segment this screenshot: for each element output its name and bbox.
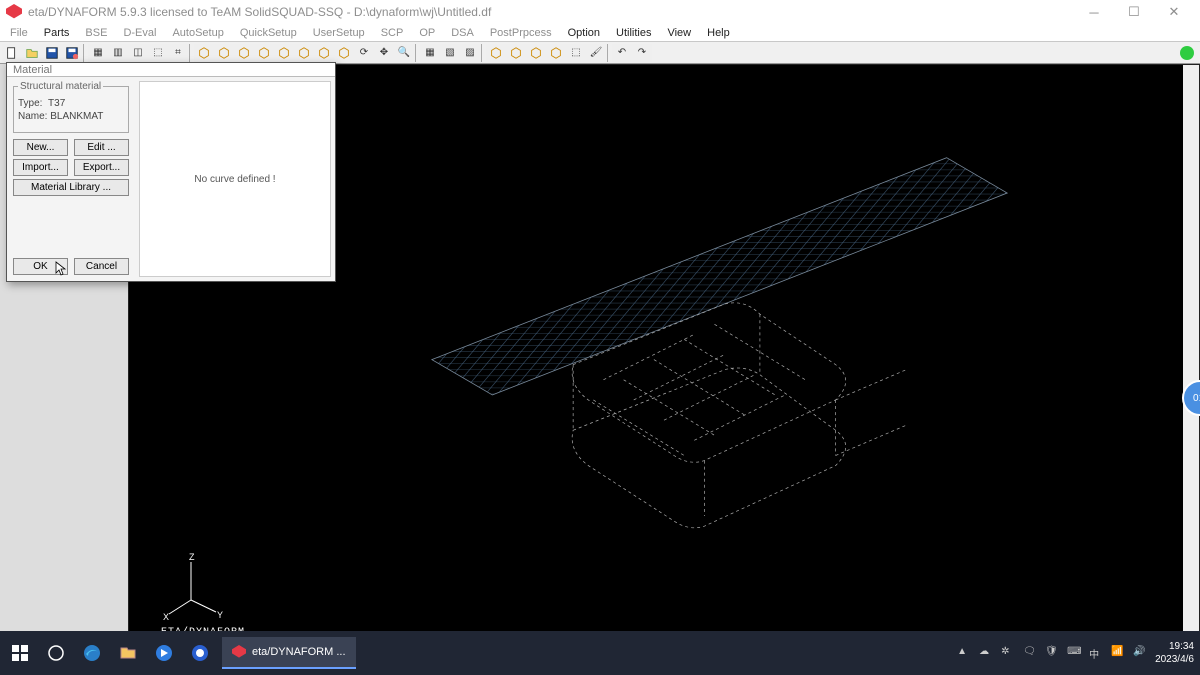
redo-icon[interactable]: ↷	[632, 44, 652, 62]
export-material-button[interactable]: Export...	[74, 159, 129, 176]
new-file-icon[interactable]	[2, 44, 22, 62]
maximize-button[interactable]: ☐	[1114, 0, 1154, 24]
svg-text:X: X	[163, 612, 169, 622]
tray-icon[interactable]: ✲	[1001, 646, 1015, 660]
tray-icon[interactable]: 中	[1089, 646, 1103, 660]
edge-icon[interactable]	[78, 639, 106, 667]
volume-icon[interactable]: 🔊	[1133, 646, 1147, 660]
file-explorer-icon[interactable]	[114, 639, 142, 667]
menu-scp[interactable]: SCP	[375, 26, 410, 40]
cube-icon[interactable]	[314, 44, 334, 62]
app-logo-icon	[232, 645, 246, 659]
menu-dsa[interactable]: DSA	[445, 26, 480, 40]
menu-bar: File PartsBSE D-Eval AutoSetup QuickSetup Use…	[0, 24, 1200, 42]
ok-button[interactable]: OK	[13, 258, 68, 275]
cube-icon[interactable]	[194, 44, 214, 62]
grid-icon[interactable]: ▧	[440, 44, 460, 62]
windows-taskbar[interactable]: eta/DYNAFORM ... ▲ ☁ ✲ 🗨 🛡 ⌨ 中 📶 🔊 19:34…	[0, 631, 1200, 675]
axis-triad-icon: Z X Y	[161, 552, 231, 622]
cube-icon[interactable]	[234, 44, 254, 62]
open-file-icon[interactable]	[22, 44, 42, 62]
menu-utilities[interactable]: Utilities	[610, 26, 657, 40]
zoom-icon[interactable]: 🔍	[394, 44, 414, 62]
import-material-button[interactable]: Import...	[13, 159, 68, 176]
svg-text:Y: Y	[217, 610, 223, 620]
tray-icon[interactable]: 🛡	[1045, 646, 1059, 660]
cube-icon[interactable]	[546, 44, 566, 62]
window-title: eta/DYNAFORM 5.9.3 licensed to TeAM Soli…	[28, 5, 491, 19]
structural-material-group: Structural material Type: T37 Name: BLAN…	[13, 81, 129, 133]
cube-icon[interactable]	[254, 44, 274, 62]
material-dialog: Material Structural material Type: T37 N…	[6, 62, 336, 282]
minimize-button[interactable]: ─	[1074, 0, 1114, 24]
cube-icon[interactable]	[274, 44, 294, 62]
material-name-value: BLANKMAT	[50, 111, 103, 122]
cube-icon[interactable]	[294, 44, 314, 62]
cube-icon[interactable]	[486, 44, 506, 62]
main-toolbar: ▦ ▥ ◫ ⬚ ⌗ ⟳ ✥ 🔍 ▦ ▧ ▨ ⬚ 🖌 ↶ ↷	[0, 42, 1200, 64]
taskbar-clock[interactable]: 19:34 2023/4/6	[1155, 640, 1194, 666]
undo-icon[interactable]: ↶	[612, 44, 632, 62]
cortana-icon[interactable]	[42, 639, 70, 667]
tool-icon[interactable]: ⌗	[168, 44, 188, 62]
menu-postprpcess[interactable]: PostPrpcess	[484, 26, 558, 40]
menu-file[interactable]: File	[4, 26, 34, 40]
menu-quicksetup[interactable]: QuickSetup	[234, 26, 303, 40]
tool-icon[interactable]: ◫	[128, 44, 148, 62]
tool-icon[interactable]: ⬚	[148, 44, 168, 62]
material-library-button[interactable]: Material Library ...	[13, 179, 129, 196]
status-light-icon	[1180, 46, 1194, 60]
cube-icon[interactable]	[214, 44, 234, 62]
tray-icon[interactable]: ⌨	[1067, 646, 1081, 660]
menu-d-eval[interactable]: D-Eval	[117, 26, 162, 40]
tray-icon[interactable]: 🗨	[1023, 646, 1037, 660]
material-type-value: T37	[48, 98, 65, 109]
svg-text:Z: Z	[189, 552, 195, 562]
start-button[interactable]	[6, 639, 34, 667]
cube-icon[interactable]	[526, 44, 546, 62]
dialog-title: Material	[7, 63, 335, 77]
window-titlebar: eta/DYNAFORM 5.9.3 licensed to TeAM Soli…	[0, 0, 1200, 24]
tray-icon[interactable]: ▲	[957, 646, 971, 660]
wifi-icon[interactable]: 📶	[1111, 646, 1125, 660]
app-icon[interactable]	[150, 639, 178, 667]
menu-bse[interactable]: BSE	[79, 26, 113, 40]
edit-material-button[interactable]: Edit ...	[74, 139, 129, 156]
grid-icon[interactable]: ▨	[460, 44, 480, 62]
menu-op[interactable]: OP	[413, 26, 441, 40]
tray-icon[interactable]: ☁	[979, 646, 993, 660]
menu-help[interactable]: Help	[701, 26, 736, 40]
cube-icon[interactable]	[334, 44, 354, 62]
taskbar-app-button[interactable]: eta/DYNAFORM ...	[222, 637, 356, 669]
rotate-icon[interactable]: ⟳	[354, 44, 374, 62]
curve-preview: No curve defined !	[139, 81, 331, 277]
brush-icon[interactable]: 🖌	[586, 44, 606, 62]
grid-icon[interactable]: ▦	[420, 44, 440, 62]
save-as-icon[interactable]	[62, 44, 82, 62]
menu-autosetup[interactable]: AutoSetup	[166, 26, 229, 40]
cube-icon[interactable]	[506, 44, 526, 62]
menu-option[interactable]: Option	[562, 26, 606, 40]
browser-icon[interactable]	[186, 639, 214, 667]
menu-parts[interactable]: Parts	[38, 26, 76, 40]
app-logo-icon	[6, 4, 22, 20]
menu-usersetup[interactable]: UserSetup	[307, 26, 371, 40]
move-icon[interactable]: ✥	[374, 44, 394, 62]
new-material-button[interactable]: New...	[13, 139, 68, 156]
tool-icon[interactable]: ⬚	[566, 44, 586, 62]
save-icon[interactable]	[42, 44, 62, 62]
viewport-scrollbar[interactable]	[1183, 65, 1199, 634]
menu-view[interactable]: View	[661, 26, 697, 40]
cancel-button[interactable]: Cancel	[74, 258, 129, 275]
tool-icon[interactable]: ▥	[108, 44, 128, 62]
close-button[interactable]: ✕	[1154, 0, 1194, 24]
tool-icon[interactable]: ▦	[88, 44, 108, 62]
